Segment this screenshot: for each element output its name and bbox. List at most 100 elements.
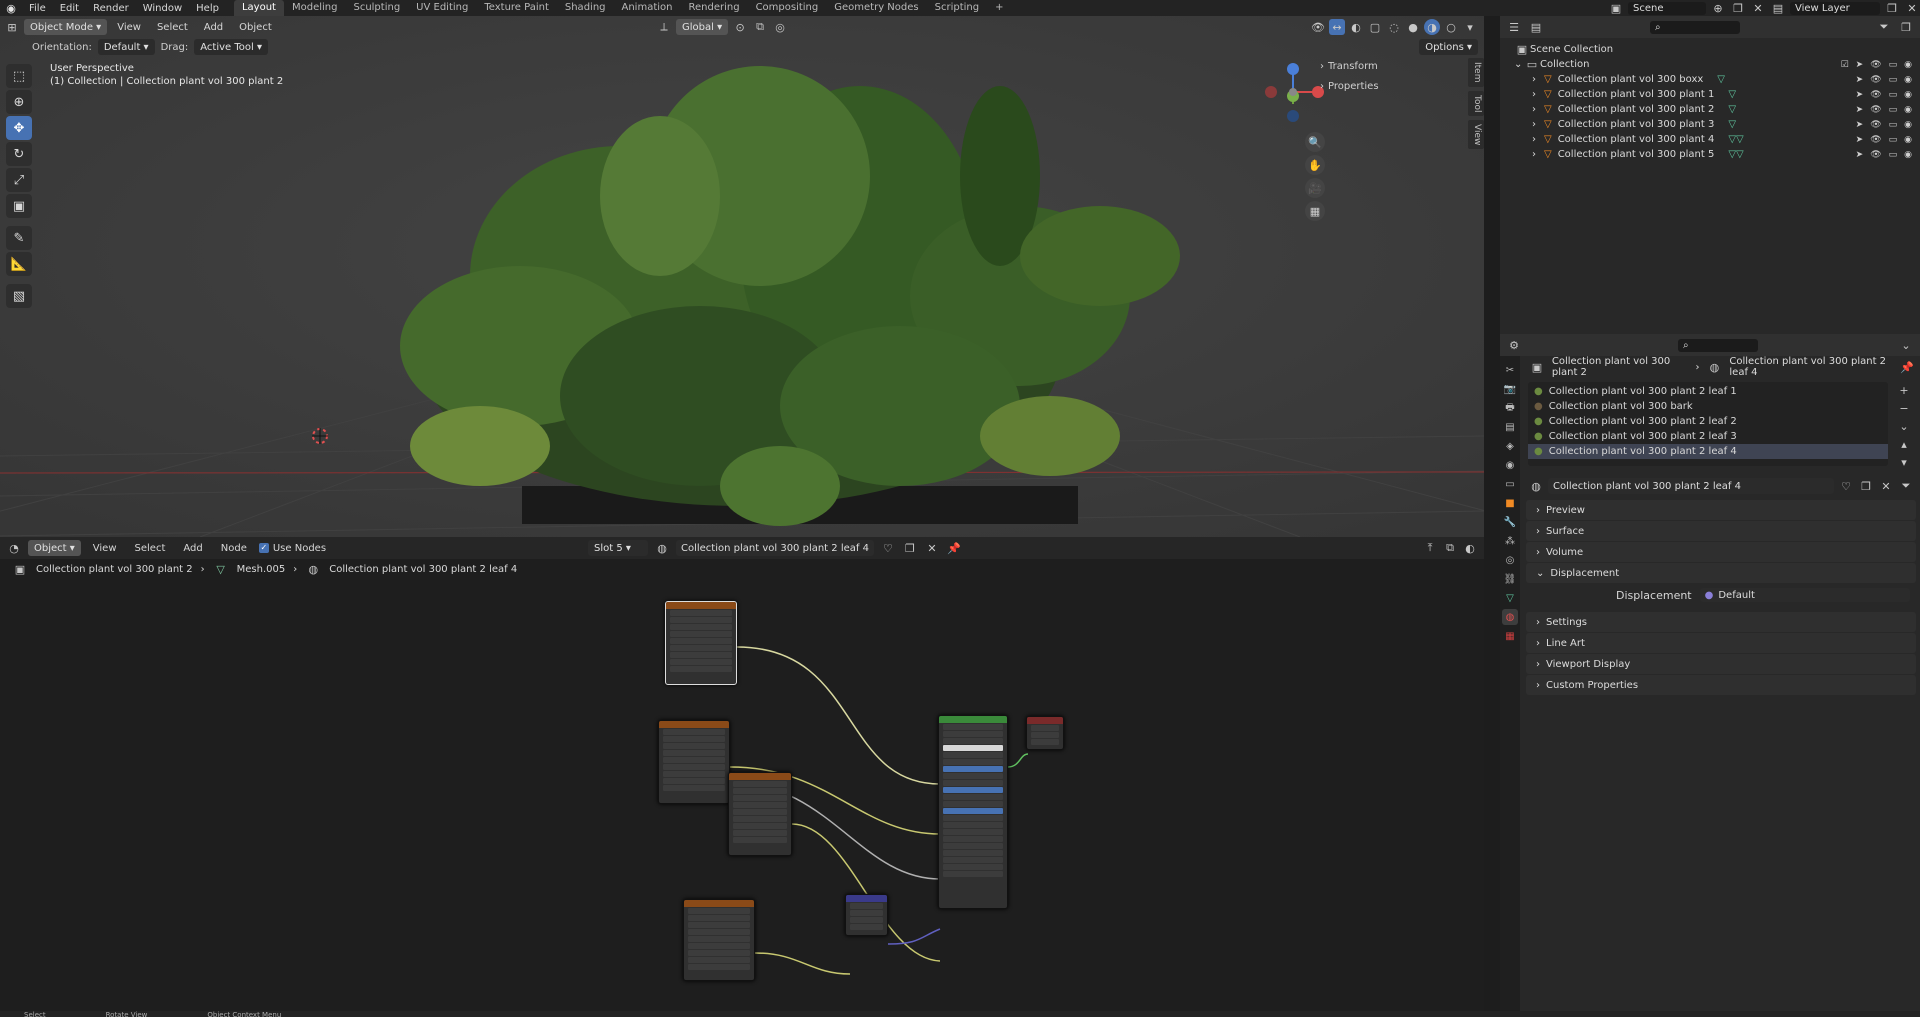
eye-icon[interactable]: 👁 xyxy=(1870,135,1881,145)
material-output-node[interactable] xyxy=(1026,716,1064,750)
chevron-right-icon[interactable]: › xyxy=(1532,134,1542,145)
material-slot[interactable]: ● Collection plant vol 300 bark xyxy=(1528,399,1888,414)
scene-tab-icon[interactable]: ◈ xyxy=(1502,438,1518,454)
chevron-right-icon[interactable]: › xyxy=(1532,119,1542,130)
chevron-right-icon[interactable]: › xyxy=(1532,104,1542,115)
visibility-toggles[interactable]: ➤ 👁 ▭ ◉ xyxy=(1856,120,1912,130)
panel-displacement[interactable]: ⌄ Displacement xyxy=(1526,563,1916,583)
menu-edit[interactable]: Edit xyxy=(53,3,86,14)
tab-layout[interactable]: Layout xyxy=(233,0,284,16)
select-icon[interactable]: ➤ xyxy=(1856,135,1864,145)
monitor-icon[interactable]: ▭ xyxy=(1889,75,1898,85)
panel-volume[interactable]: › Volume xyxy=(1526,542,1916,562)
visibility-toggles[interactable]: ➤ 👁 ▭ ◉ xyxy=(1856,75,1912,85)
collection-row[interactable]: ⌄ ▭ Collection ☑ ➤ 👁 ▭ ◉ xyxy=(1500,57,1920,72)
drag-dropdown[interactable]: Active Tool ▾ xyxy=(194,39,268,55)
camera-icon[interactable]: ◉ xyxy=(1904,120,1912,130)
vp-menu-view[interactable]: View xyxy=(111,22,147,33)
transform-panel[interactable]: › Transform xyxy=(1314,56,1464,76)
scene-collection-row[interactable]: ▣ Scene Collection xyxy=(1500,42,1920,57)
xray-icon[interactable]: ▢ xyxy=(1367,19,1383,35)
pin-icon[interactable]: 📌 xyxy=(946,540,962,556)
select-icon[interactable]: ➤ xyxy=(1856,90,1864,100)
eye-icon[interactable]: 👁 xyxy=(1870,150,1881,160)
scale-tool-icon[interactable]: ⤢ xyxy=(6,168,32,192)
fake-user-icon[interactable]: ♡ xyxy=(880,540,896,556)
pan-hand-icon[interactable]: ✋ xyxy=(1305,155,1325,175)
camera-view-icon[interactable]: 🎥 xyxy=(1305,178,1325,198)
new-collection-icon[interactable]: ❐ xyxy=(1898,19,1914,35)
filter-icon[interactable]: ⏷ xyxy=(1898,478,1914,494)
tab-modeling[interactable]: Modeling xyxy=(284,0,346,16)
menu-file[interactable]: File xyxy=(22,3,53,14)
transform-tool-icon[interactable]: ▣ xyxy=(6,194,32,218)
remove-slot-icon[interactable]: − xyxy=(1896,400,1912,416)
texture-tab-icon[interactable]: ▦ xyxy=(1502,628,1518,644)
move-tool-icon[interactable]: ✥ xyxy=(6,116,32,140)
delete-view-layer-icon[interactable]: ✕ xyxy=(1904,0,1920,16)
tab-geometry-nodes[interactable]: Geometry Nodes xyxy=(826,0,926,16)
visibility-toggles[interactable]: ➤ 👁 ▭ ◉ xyxy=(1856,150,1912,160)
use-nodes-toggle[interactable]: ✓ Use Nodes xyxy=(258,543,326,554)
panel-viewport-display[interactable]: › Viewport Display xyxy=(1526,654,1916,674)
chevron-down-icon[interactable]: ⌄ xyxy=(1514,59,1524,70)
world-tab-icon[interactable]: ◉ xyxy=(1502,457,1518,473)
image-texture-node[interactable] xyxy=(683,899,755,981)
principled-bsdf-node[interactable] xyxy=(938,715,1008,909)
editor-type-icon[interactable]: ☰ xyxy=(1506,19,1522,35)
visibility-toggles[interactable]: ➤ 👁 ▭ ◉ xyxy=(1856,105,1912,115)
3d-viewport[interactable]: ⊞ Object Mode ▾ View Select Add Object ⟂… xyxy=(0,16,1484,537)
panel-preview[interactable]: › Preview xyxy=(1526,500,1916,520)
select-icon[interactable]: ➤ xyxy=(1856,105,1864,115)
panel-settings[interactable]: › Settings xyxy=(1526,612,1916,632)
physics-tab-icon[interactable]: ◎ xyxy=(1502,552,1518,568)
fake-user-icon[interactable]: ♡ xyxy=(1838,478,1854,494)
visibility-toggles[interactable]: ☑ ➤ 👁 ▭ ◉ xyxy=(1841,60,1912,70)
ne-menu-select[interactable]: Select xyxy=(129,543,172,554)
render-tab-icon[interactable]: 📷 xyxy=(1502,381,1518,397)
menu-window[interactable]: Window xyxy=(136,3,189,14)
tab-shading[interactable]: Shading xyxy=(557,0,614,16)
properties-panel[interactable]: › Properties xyxy=(1314,76,1464,96)
menu-render[interactable]: Render xyxy=(86,3,136,14)
modifier-tab-icon[interactable]: 🔧 xyxy=(1502,514,1518,530)
material-slot[interactable]: ● Collection plant vol 300 plant 2 leaf 2 xyxy=(1528,414,1888,429)
add-slot-icon[interactable]: + xyxy=(1896,382,1912,398)
camera-icon[interactable]: ◉ xyxy=(1904,135,1912,145)
slot-dropdown[interactable]: Slot 5 ▾ xyxy=(588,540,648,556)
visibility-icon[interactable]: 👁 xyxy=(1310,19,1326,35)
eye-icon[interactable]: 👁 xyxy=(1870,75,1881,85)
ne-menu-add[interactable]: Add xyxy=(177,543,208,554)
eye-icon[interactable]: 👁 xyxy=(1870,90,1881,100)
ortho-grid-icon[interactable]: ▦ xyxy=(1305,201,1325,221)
outliner-item[interactable]: › ▽ Collection plant vol 300 plant 3 ▽ ➤… xyxy=(1500,117,1920,132)
delete-scene-icon[interactable]: ✕ xyxy=(1750,0,1766,16)
orientation-dropdown[interactable]: Default ▾ xyxy=(97,39,155,55)
zoom-icon[interactable]: 🔍 xyxy=(1305,132,1325,152)
visibility-toggles[interactable]: ➤ 👁 ▭ ◉ xyxy=(1856,135,1912,145)
vp-menu-add[interactable]: Add xyxy=(198,22,229,33)
tool-tab-icon[interactable]: ✂ xyxy=(1502,362,1518,378)
checkbox-icon[interactable]: ☑ xyxy=(1841,60,1849,70)
add-cube-tool-icon[interactable]: ▧ xyxy=(6,284,32,308)
material-sphere-icon[interactable]: ◍ xyxy=(654,540,670,556)
move-down-icon[interactable]: ▾ xyxy=(1896,454,1912,470)
normal-map-node[interactable] xyxy=(845,894,888,936)
eye-icon[interactable]: 👁 xyxy=(1870,60,1881,70)
select-icon[interactable]: ➤ xyxy=(1856,150,1864,160)
camera-icon[interactable]: ◉ xyxy=(1904,60,1912,70)
vp-menu-select[interactable]: Select xyxy=(151,22,194,33)
outliner-item[interactable]: › ▽ Collection plant vol 300 boxx ▽ ➤ 👁 ▭ ◉ xyxy=(1500,72,1920,87)
measure-tool-icon[interactable]: 📐 xyxy=(6,252,32,276)
select-icon[interactable]: ➤ xyxy=(1856,75,1864,85)
eye-icon[interactable]: 👁 xyxy=(1870,120,1881,130)
transform-orientation-dropdown[interactable]: Global ▾ xyxy=(676,19,729,35)
duplicate-material-icon[interactable]: ❐ xyxy=(1858,478,1874,494)
outliner-item[interactable]: › ▽ Collection plant vol 300 plant 1 ▽ ➤… xyxy=(1500,87,1920,102)
visibility-toggles[interactable]: ➤ 👁 ▭ ◉ xyxy=(1856,90,1912,100)
duplicate-material-icon[interactable]: ❐ xyxy=(902,540,918,556)
editor-type-icon[interactable]: ⚙ xyxy=(1506,337,1522,353)
vp-menu-object[interactable]: Object xyxy=(233,22,278,33)
overlay-icon[interactable]: ◐ xyxy=(1348,19,1364,35)
overlay-icon[interactable]: ◐ xyxy=(1462,540,1478,556)
